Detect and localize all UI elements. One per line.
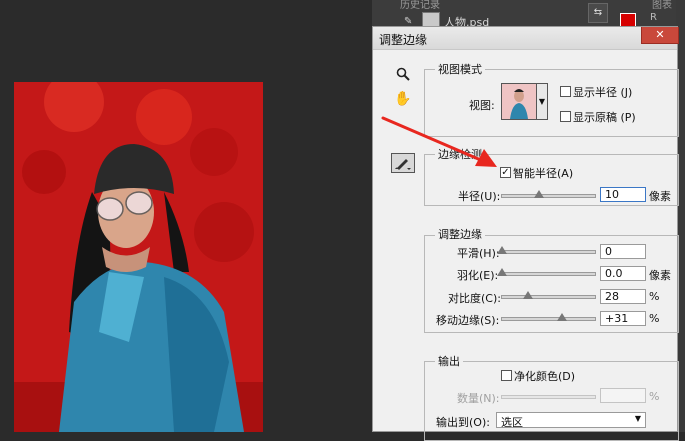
contrast-slider-thumb[interactable] [523,291,533,299]
smooth-slider-thumb[interactable] [497,246,507,254]
smooth-label: 平滑(H): [457,247,500,260]
feather-slider[interactable] [501,272,596,276]
decontaminate-checkbox[interactable] [501,370,512,381]
hand-icon[interactable]: ✋ [393,89,413,109]
dialog-title: 调整边缘 [379,33,428,47]
refine-radius-brush-icon[interactable] [391,153,415,173]
r-channel-label: R [650,12,657,23]
radius-unit: 像素 [649,190,671,203]
tab-history[interactable]: 历史记录 [400,0,440,11]
chevron-down-icon[interactable]: ▼ [536,83,548,120]
close-icon: ✕ [655,28,665,41]
shift-edge-slider[interactable] [501,317,596,321]
decontaminate-label[interactable]: 净化颜色(D) [514,368,575,384]
contrast-slider[interactable] [501,295,596,299]
amount-slider [501,395,596,399]
smooth-input[interactable]: 0 [600,244,646,259]
radius-label: 半径(U): [458,190,501,203]
view-label: 视图: [469,99,495,112]
shift-edge-unit: % [649,312,660,325]
smart-radius-checkbox[interactable]: ✓ [500,167,511,178]
amount-input [600,388,646,403]
tab-other[interactable]: 图表 [652,0,672,11]
view-mode-title: 视图模式 [435,61,485,77]
amount-label: 数量(N): [457,392,500,405]
dialog-titlebar[interactable]: 调整边缘 ✕ [373,27,679,50]
shift-edge-input[interactable]: +31 [600,311,646,326]
chevron-down-icon: ▼ [634,414,641,423]
contrast-input[interactable]: 28 [600,289,646,304]
feather-label: 羽化(E): [457,269,499,282]
smart-radius-label[interactable]: 智能半径(A) [513,165,573,181]
radius-slider-thumb[interactable] [534,190,544,198]
feather-input[interactable]: 0.0 [600,266,646,281]
output-to-select[interactable]: 选区 ▼ [496,412,646,429]
photo-image [14,82,263,432]
view-mode-group [424,69,679,137]
contrast-label: 对比度(C): [448,292,501,305]
refine-edge-dialog: 调整边缘 ✕ ✋ 视图模式 视图: ▼ 显示半径 (J) 显示原稿 (P) 边缘… [372,26,679,441]
radius-input[interactable]: 10 [600,187,646,202]
zoom-icon[interactable] [393,67,413,87]
contrast-unit: % [649,290,660,303]
close-button[interactable]: ✕ [641,27,679,44]
smooth-slider[interactable] [501,250,596,254]
output-to-value: 选区 [501,416,523,429]
radius-slider[interactable] [501,194,596,198]
show-original-label[interactable]: 显示原稿 (P) [573,109,636,125]
output-to-label: 输出到(O): [436,416,490,429]
shift-edge-label: 移动边缘(S): [436,314,500,327]
feather-unit: 像素 [649,269,671,282]
show-radius-label[interactable]: 显示半径 (J) [573,84,632,100]
amount-unit: % [649,390,660,403]
show-original-checkbox[interactable] [560,111,571,122]
output-title: 输出 [435,353,463,369]
canvas-photo[interactable] [14,82,263,432]
view-thumbnail[interactable] [501,83,537,120]
show-radius-checkbox[interactable] [560,86,571,97]
shift-edge-slider-thumb[interactable] [557,313,567,321]
swap-colors-icon[interactable]: ⇆ [588,3,608,23]
feather-slider-thumb[interactable] [497,268,507,276]
edge-detection-title: 边缘检测 [435,146,485,162]
adjust-edge-title: 调整边缘 [435,226,485,242]
